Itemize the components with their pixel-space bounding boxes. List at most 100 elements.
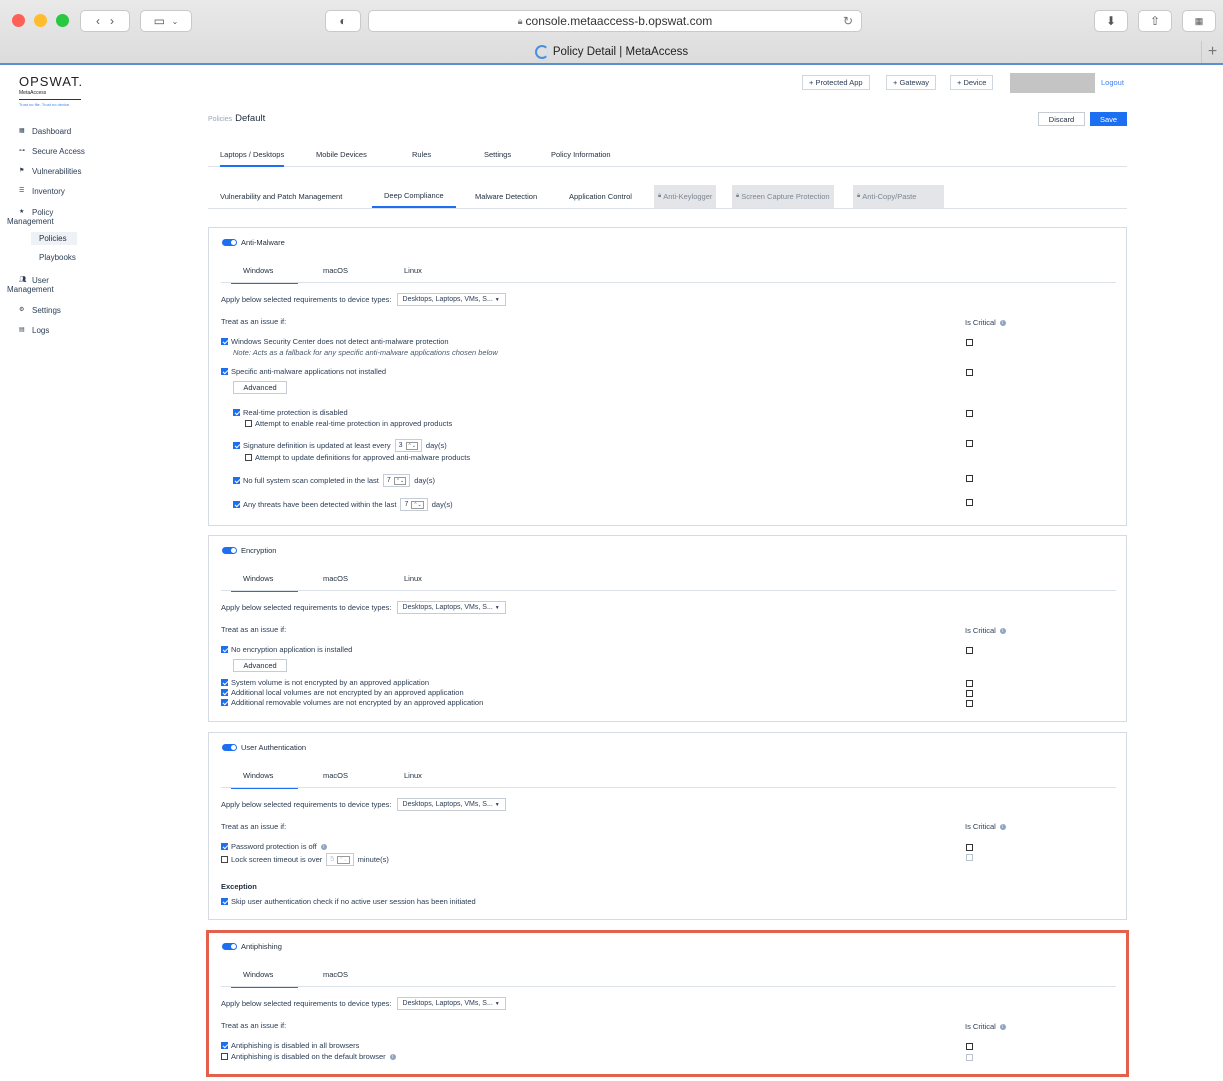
signature-row[interactable]: Signature definition is updated at least… xyxy=(233,439,447,452)
checkbox[interactable] xyxy=(233,442,240,449)
info-icon[interactable]: i xyxy=(320,843,327,850)
critical-checkbox[interactable] xyxy=(966,1043,973,1050)
reload-icon[interactable]: ↻ xyxy=(843,14,853,28)
critical-checkbox[interactable] xyxy=(966,499,973,506)
critical-checkbox[interactable] xyxy=(966,475,973,482)
critical-checkbox[interactable] xyxy=(966,690,973,697)
sidebar-item-secure-access[interactable]: ⊶ Secure Access xyxy=(19,147,85,156)
local-volumes-row[interactable]: Additional local volumes are not encrypt… xyxy=(221,688,464,697)
discard-button[interactable]: Discard xyxy=(1038,112,1085,126)
critical-checkbox[interactable] xyxy=(966,1054,973,1061)
maximize-window-button[interactable] xyxy=(56,14,69,27)
signature-attempt-row[interactable]: Attempt to update definitions for approv… xyxy=(245,453,470,462)
device-types-dropdown[interactable]: Desktops, Laptops, VMs, S... ▼ xyxy=(396,293,506,306)
info-icon[interactable]: i xyxy=(999,1023,1006,1030)
tab-laptops-desktops[interactable]: Laptops / Desktops xyxy=(220,150,285,167)
realtime-attempt-row[interactable]: Attempt to enable real-time protection i… xyxy=(245,419,452,428)
signature-days-stepper[interactable]: 3 ⌃⌄ xyxy=(394,439,422,452)
new-tab-button[interactable]: + xyxy=(1201,41,1223,63)
antiphishing-toggle[interactable] xyxy=(222,943,237,950)
threats-days-stepper[interactable]: 7 ⌃⌄ xyxy=(400,498,428,511)
removable-volumes-row[interactable]: Additional removable volumes are not enc… xyxy=(221,698,483,707)
tab-anti-copy-paste[interactable]: 🔒︎ Anti-Copy/Paste xyxy=(853,185,944,208)
checkbox[interactable] xyxy=(233,477,240,484)
tab-mobile-devices[interactable]: Mobile Devices xyxy=(316,150,367,159)
checkbox[interactable] xyxy=(221,1053,228,1060)
os-tab-macos[interactable]: macOS xyxy=(323,970,348,979)
password-off-row[interactable]: Password protection is off i xyxy=(221,842,327,851)
os-tab-macos[interactable]: macOS xyxy=(323,266,348,275)
os-tab-macos[interactable]: macOS xyxy=(323,771,348,780)
sidebar-item-dashboard[interactable]: ▦ Dashboard xyxy=(19,127,71,136)
checkbox[interactable] xyxy=(221,679,228,686)
checkbox[interactable] xyxy=(221,699,228,706)
system-volume-row[interactable]: System volume is not encrypted by an app… xyxy=(221,678,429,687)
checkbox[interactable] xyxy=(221,646,228,653)
checkbox[interactable] xyxy=(221,856,228,863)
tab-deep-compliance[interactable]: Deep Compliance xyxy=(372,185,456,208)
critical-checkbox[interactable] xyxy=(966,440,973,447)
os-tab-macos[interactable]: macOS xyxy=(323,574,348,583)
stepper-arrows-icon[interactable]: ⌃⌄ xyxy=(411,500,424,509)
sidebar-item-user-management[interactable]: 👥︎ User Management xyxy=(7,276,54,294)
add-protected-app-button[interactable]: + Protected App xyxy=(802,75,870,90)
checkbox[interactable] xyxy=(221,338,228,345)
critical-checkbox[interactable] xyxy=(966,339,973,346)
info-icon[interactable]: i xyxy=(999,319,1006,326)
checkbox[interactable] xyxy=(233,409,240,416)
checkbox[interactable] xyxy=(221,368,228,375)
default-browser-row[interactable]: Antiphishing is disabled on the default … xyxy=(221,1052,396,1061)
critical-checkbox[interactable] xyxy=(966,700,973,707)
critical-checkbox[interactable] xyxy=(966,680,973,687)
share-button[interactable]: ⇧ xyxy=(1138,10,1172,32)
checkbox[interactable] xyxy=(245,420,252,427)
os-tab-linux[interactable]: Linux xyxy=(404,574,422,583)
os-tab-linux[interactable]: Linux xyxy=(404,266,422,275)
specific-apps-row[interactable]: Specific anti-malware applications not i… xyxy=(221,367,386,376)
privacy-shield-button[interactable]: ◐ xyxy=(325,10,361,32)
sidebar-item-settings[interactable]: ⚙ Settings xyxy=(19,306,61,315)
critical-checkbox[interactable] xyxy=(966,410,973,417)
skip-auth-row[interactable]: Skip user authentication check if no act… xyxy=(221,897,476,906)
tab-policy-information[interactable]: Policy Information xyxy=(551,150,611,159)
opswat-logo[interactable]: OPSWAT. MetaAccess Trust no file. Trust … xyxy=(19,74,83,107)
sidebar-item-logs[interactable]: ▤ Logs xyxy=(19,326,49,335)
sidebar-subitem-policies[interactable]: Policies xyxy=(31,232,77,245)
stepper-arrows-icon[interactable]: ⌃⌄ xyxy=(393,476,407,485)
os-tab-linux[interactable]: Linux xyxy=(404,771,422,780)
advanced-button[interactable]: Advanced xyxy=(233,381,287,394)
back-forward-buttons[interactable]: ‹ › xyxy=(80,10,130,32)
stepper-arrows-icon[interactable]: ⌃⌄ xyxy=(337,855,350,864)
forward-icon[interactable]: › xyxy=(110,14,114,28)
sidebar-item-vulnerabilities[interactable]: ⚑ Vulnerabilities xyxy=(19,167,82,176)
realtime-row[interactable]: Real-time protection is disabled xyxy=(233,408,348,417)
save-button[interactable]: Save xyxy=(1090,112,1127,126)
tab-malware-detection[interactable]: Malware Detection xyxy=(463,185,549,208)
back-icon[interactable]: ‹ xyxy=(96,14,100,28)
checkbox[interactable] xyxy=(233,501,240,508)
checkbox[interactable] xyxy=(221,843,228,850)
anti-malware-toggle[interactable] xyxy=(222,239,237,246)
browser-tab[interactable]: Policy Detail | MetaAccess xyxy=(0,41,1223,63)
sidebar-item-policy-management[interactable]: ★ Policy Management xyxy=(7,208,54,226)
address-bar[interactable]: 🔒︎ console.metaaccess-b.opswat.com ↻ xyxy=(368,10,862,32)
checkbox[interactable] xyxy=(221,898,228,905)
downloads-button[interactable]: ⬇ xyxy=(1094,10,1128,32)
lock-timeout-stepper[interactable]: 5 ⌃⌄ xyxy=(326,853,354,866)
wsc-row[interactable]: Windows Security Center does not detect … xyxy=(221,337,449,346)
critical-checkbox[interactable] xyxy=(966,844,973,851)
info-icon[interactable]: i xyxy=(999,627,1006,634)
tab-rules[interactable]: Rules xyxy=(412,150,431,159)
breadcrumb-parent[interactable]: Policies xyxy=(208,116,232,123)
stepper-arrows-icon[interactable]: ⌃⌄ xyxy=(405,441,418,450)
info-icon[interactable]: i xyxy=(999,823,1006,830)
checkbox[interactable] xyxy=(245,454,252,461)
threats-row[interactable]: Any threats have been detected within th… xyxy=(233,498,453,511)
critical-checkbox[interactable] xyxy=(966,647,973,654)
full-scan-row[interactable]: No full system scan completed in the las… xyxy=(233,474,435,487)
tab-screen-capture[interactable]: 🔒︎ Screen Capture Protection xyxy=(732,185,834,208)
checkbox[interactable] xyxy=(221,689,228,696)
device-types-dropdown[interactable]: Desktops, Laptops, VMs, S... ▼ xyxy=(396,997,506,1010)
all-browsers-row[interactable]: Antiphishing is disabled in all browsers xyxy=(221,1041,359,1050)
encryption-toggle[interactable] xyxy=(222,547,237,554)
